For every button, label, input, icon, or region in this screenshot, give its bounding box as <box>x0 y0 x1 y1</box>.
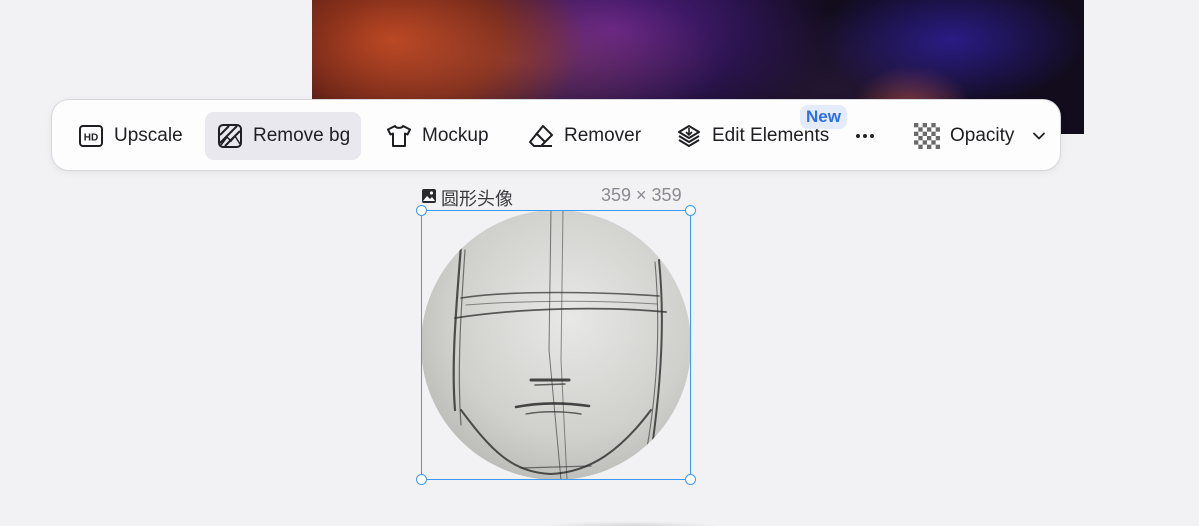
resize-handle-bottom-left[interactable] <box>416 474 427 485</box>
hd-icon: HD <box>78 123 104 149</box>
eraser-icon <box>528 123 554 149</box>
resize-handle-top-right[interactable] <box>685 205 696 216</box>
remove-bg-icon <box>217 123 243 149</box>
remover-button[interactable]: Remover <box>516 112 653 160</box>
remove-bg-label: Remove bg <box>253 125 351 146</box>
image-toolbar: HD Upscale Remove bg Mockup Remover Edit… <box>51 99 1061 171</box>
opacity-button[interactable]: Opacity <box>902 112 1026 160</box>
chevron-down-icon[interactable] <box>1027 124 1051 148</box>
resize-handle-bottom-right[interactable] <box>685 474 696 485</box>
svg-text:HD: HD <box>84 133 98 144</box>
mockup-button[interactable]: Mockup <box>374 112 501 160</box>
more-dot-icon <box>856 134 860 138</box>
resize-handle-top-left[interactable] <box>416 205 427 216</box>
checkerboard-icon <box>914 123 940 149</box>
upscale-button[interactable]: HD Upscale <box>66 112 195 160</box>
more-dot-icon <box>870 134 874 138</box>
selected-image[interactable] <box>416 205 696 485</box>
opacity-label: Opacity <box>950 125 1015 146</box>
element-label: 圆形头像 <box>421 185 513 211</box>
tshirt-icon <box>386 123 412 149</box>
round-avatar-sketch <box>421 210 691 480</box>
upscale-label: Upscale <box>114 125 183 146</box>
more-options-button[interactable] <box>848 120 882 152</box>
mockup-label: Mockup <box>422 125 489 146</box>
next-element-edge <box>520 518 740 526</box>
element-name: 圆形头像 <box>441 189 513 209</box>
layers-icon <box>676 123 702 149</box>
element-size: 359 × 359 <box>601 185 682 205</box>
more-dot-icon <box>863 134 867 138</box>
face-sketch-drawing <box>452 210 667 480</box>
design-canvas[interactable]: HD Upscale Remove bg Mockup Remover Edit… <box>0 0 1199 526</box>
remove-bg-button[interactable]: Remove bg <box>205 112 361 160</box>
new-badge: New <box>800 105 847 129</box>
remover-label: Remover <box>564 125 642 146</box>
